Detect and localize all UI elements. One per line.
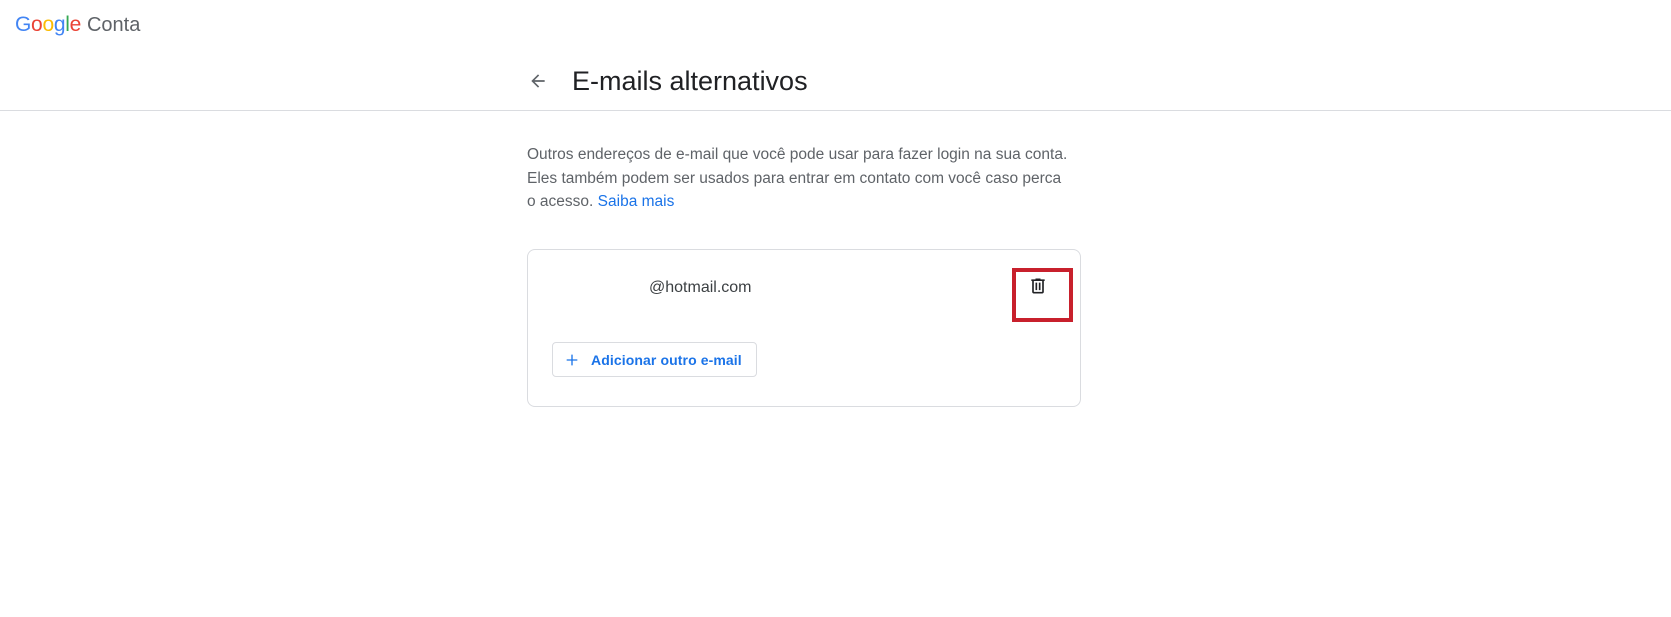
- logo-letter: o: [31, 13, 43, 36]
- page-title-row: E-mails alternativos: [522, 64, 808, 98]
- email-list-item: @hotmail.com: [528, 250, 1080, 322]
- delete-email-button[interactable]: [1021, 269, 1055, 303]
- trash-icon: [1031, 278, 1045, 294]
- email-address: @hotmail.com: [649, 279, 752, 296]
- page-description: Outros endereços de e-mail que você pode…: [527, 143, 1072, 214]
- alternate-emails-card: @hotmail.com Adicionar outro e-mail: [527, 249, 1081, 407]
- product-name: Conta: [86, 14, 141, 36]
- top-header: Google Conta E-mails alternativos: [0, 0, 1671, 111]
- learn-more-link[interactable]: Saiba mais: [598, 193, 675, 210]
- logo-letter: o: [42, 13, 54, 36]
- logo-letter: G: [15, 13, 32, 36]
- google-logo: Google: [15, 12, 81, 38]
- google-account-brand[interactable]: Google Conta: [15, 12, 140, 38]
- page-title: E-mails alternativos: [572, 66, 808, 96]
- arrow-back-icon: [531, 74, 545, 88]
- logo-letter: g: [53, 13, 66, 36]
- add-email-button[interactable]: Adicionar outro e-mail: [552, 342, 757, 377]
- add-email-label: Adicionar outro e-mail: [591, 351, 742, 368]
- plus-icon: [563, 351, 581, 369]
- logo-letter: e: [69, 13, 82, 36]
- back-button[interactable]: [522, 65, 554, 97]
